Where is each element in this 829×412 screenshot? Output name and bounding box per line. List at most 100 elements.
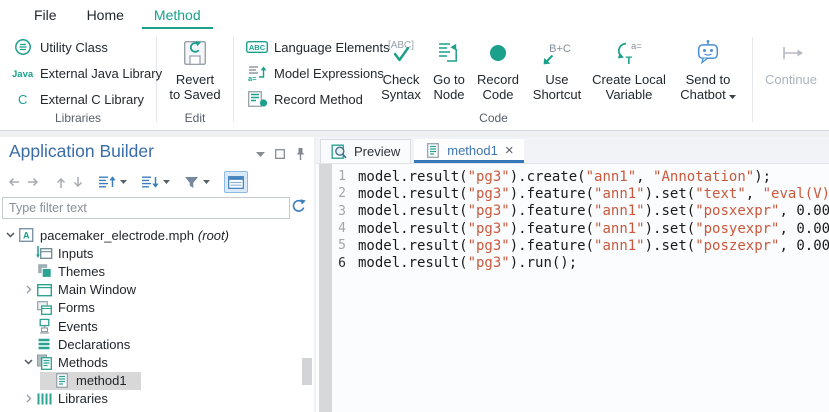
language-elements-icon: ABC [244, 39, 270, 55]
tree-item-label: Forms [58, 300, 95, 315]
tree-item-methods[interactable]: Methods [0, 353, 302, 371]
tree-item-themes[interactable]: Themes [0, 262, 302, 280]
tree-item-libraries[interactable]: Libraries [0, 390, 302, 408]
editor-tab-method1[interactable]: method1 × [414, 139, 523, 163]
libraries-icon [35, 391, 53, 407]
float-window-icon[interactable] [275, 149, 285, 159]
code-text: model.result("pg3").feature("ann1").set(… [358, 238, 829, 254]
move-down-dropdown-icon[interactable] [163, 171, 170, 193]
tree-item-label: Libraries [58, 391, 108, 406]
panel-menu-chevron-icon[interactable] [256, 152, 265, 157]
external-java-library-button[interactable]: JavaExternal Java Library [10, 63, 162, 83]
forms-icon [35, 300, 53, 316]
go-to-node-button[interactable]: Go toNode [426, 37, 472, 102]
application-builder-panel: Application Builder Apacemaker_electrode… [0, 137, 314, 412]
chevron-expanded-icon[interactable] [22, 359, 35, 365]
external-c-library-button[interactable]: CExternal C Library [10, 89, 144, 109]
check-syntax-icon: [ABC] [384, 37, 418, 69]
continue-button[interactable]: Continue [756, 37, 826, 87]
create-local-variable-button[interactable]: a=TCreate LocalVariable [590, 37, 668, 102]
chevron-collapsed-icon[interactable] [22, 285, 35, 294]
revert-to-saved-icon [180, 37, 210, 69]
svg-text:[ABC]: [ABC] [388, 40, 414, 51]
filter-input[interactable] [2, 197, 290, 219]
record-method-button[interactable]: Record Method [244, 89, 363, 109]
chevron-collapsed-icon[interactable] [22, 394, 35, 403]
tree-item-pacemaker-electrode-mph[interactable]: Apacemaker_electrode.mph(root) [0, 226, 302, 244]
tree-item-declarations[interactable]: Declarations [0, 335, 302, 353]
tree-item-label: Methods [58, 355, 108, 370]
line-number: 3 [332, 204, 346, 219]
tree-item-method1[interactable]: method1 [0, 372, 302, 390]
close-tab-icon[interactable]: × [505, 143, 514, 158]
code-line-5[interactable]: 5 model.result("pg3").feature("ann1").set… [332, 237, 829, 254]
model-expressions-button[interactable]: a=Model Expressions [244, 63, 384, 83]
panel-title: Application Builder [9, 141, 154, 162]
pin-icon[interactable] [295, 147, 306, 161]
refresh-icon[interactable] [291, 199, 306, 218]
ribbon-group-code: ABC Language Elements a=Model Expressions R… [234, 29, 753, 130]
move-up-dropdown-icon[interactable] [120, 171, 127, 193]
chevron-down-icon[interactable] [729, 87, 736, 102]
move-node-down-icon[interactable] [141, 171, 159, 193]
line-number: 2 [332, 186, 346, 201]
tree-item-inputs[interactable]: Inputs [0, 244, 302, 262]
svg-text:C: C [18, 92, 27, 107]
menu-bar: FileHomeMethod [0, 0, 829, 29]
tree-item-label: method1 [76, 373, 127, 388]
menu-tab-method[interactable]: Method [142, 4, 213, 29]
method-editor-panel: Preview method1 × 1model.result("pg3").cre… [316, 137, 829, 412]
forward-arrow-icon[interactable] [26, 171, 41, 193]
language-elements-button[interactable]: ABC Language Elements [244, 37, 390, 57]
filter-dropdown-icon[interactable] [203, 171, 210, 193]
tree-item-forms[interactable]: Forms [0, 299, 302, 317]
menu-tab-file[interactable]: File [22, 4, 69, 29]
use-shortcut-button[interactable]: B+CUseShortcut [526, 37, 588, 102]
send-to-chatbot-icon [692, 37, 724, 69]
svg-text:ABC: ABC [249, 43, 266, 52]
code-line-1[interactable]: 1model.result("pg3").create("ann1", "Ann… [332, 168, 829, 185]
ribbon-item-label: External Java Library [40, 66, 162, 81]
application-icon: A [17, 227, 35, 243]
filter-icon[interactable] [184, 171, 199, 193]
use-shortcut-icon: B+C [539, 37, 575, 69]
move-node-up-icon[interactable] [98, 171, 116, 193]
breakpoint-margin[interactable] [319, 164, 332, 412]
ribbon-button-label: Continue [765, 72, 817, 87]
code-line-3[interactable]: 3model.result("pg3").feature("ann1").set… [332, 203, 829, 220]
tree-item-events[interactable]: Events [0, 317, 302, 335]
code-line-4[interactable]: 4model.result("pg3").feature("ann1").set… [332, 220, 829, 237]
editor-tab-preview[interactable]: Preview [320, 139, 411, 163]
menu-tab-home[interactable]: Home [75, 4, 136, 29]
utility-class-button[interactable]: Utility Class [10, 37, 108, 57]
down-arrow-icon[interactable] [72, 171, 84, 193]
code-editor[interactable]: 1model.result("pg3").create("ann1", "Ann… [316, 164, 829, 412]
record-code-button[interactable]: RecordCode [474, 37, 522, 102]
up-arrow-icon[interactable] [55, 171, 67, 193]
svg-text:a=: a= [631, 41, 642, 52]
ribbon-item-label: Language Elements [274, 40, 390, 55]
code-line-2[interactable]: 2model.result("pg3").feature("ann1").set… [332, 185, 829, 202]
tree-item-label: Events [58, 319, 98, 334]
ribbon-group-edit: Revertto SavedEdit [157, 29, 233, 130]
chevron-expanded-icon[interactable] [4, 232, 17, 238]
editor-tab-label: method1 [447, 143, 498, 158]
tree-scrollbar-thumb[interactable] [302, 358, 312, 385]
revert-to-saved-button[interactable]: Revertto Saved [163, 37, 227, 102]
ribbon-group-continue: Continue [753, 29, 829, 130]
ribbon-item-label: Utility Class [40, 40, 108, 55]
back-arrow-icon[interactable] [6, 171, 21, 193]
line-number: 5 [332, 238, 346, 253]
editor-tab-label: Preview [354, 144, 400, 159]
line-number: 1 [332, 169, 346, 184]
continue-icon [776, 37, 806, 69]
tree-item-main-window[interactable]: Main Window [0, 281, 302, 299]
code-line-6[interactable]: 6model.result("pg3").run(); [332, 254, 829, 271]
check-syntax-button[interactable]: [ABC]CheckSyntax [378, 37, 424, 102]
main-window-icon [35, 282, 53, 298]
send-to-chatbot-button[interactable]: Send toChatbot [668, 37, 748, 102]
show-details-toggle-button[interactable] [224, 171, 248, 193]
utility-class-icon [10, 37, 36, 57]
tree-item-label: Themes [58, 264, 105, 279]
ribbon-group-label: Libraries [0, 111, 156, 125]
